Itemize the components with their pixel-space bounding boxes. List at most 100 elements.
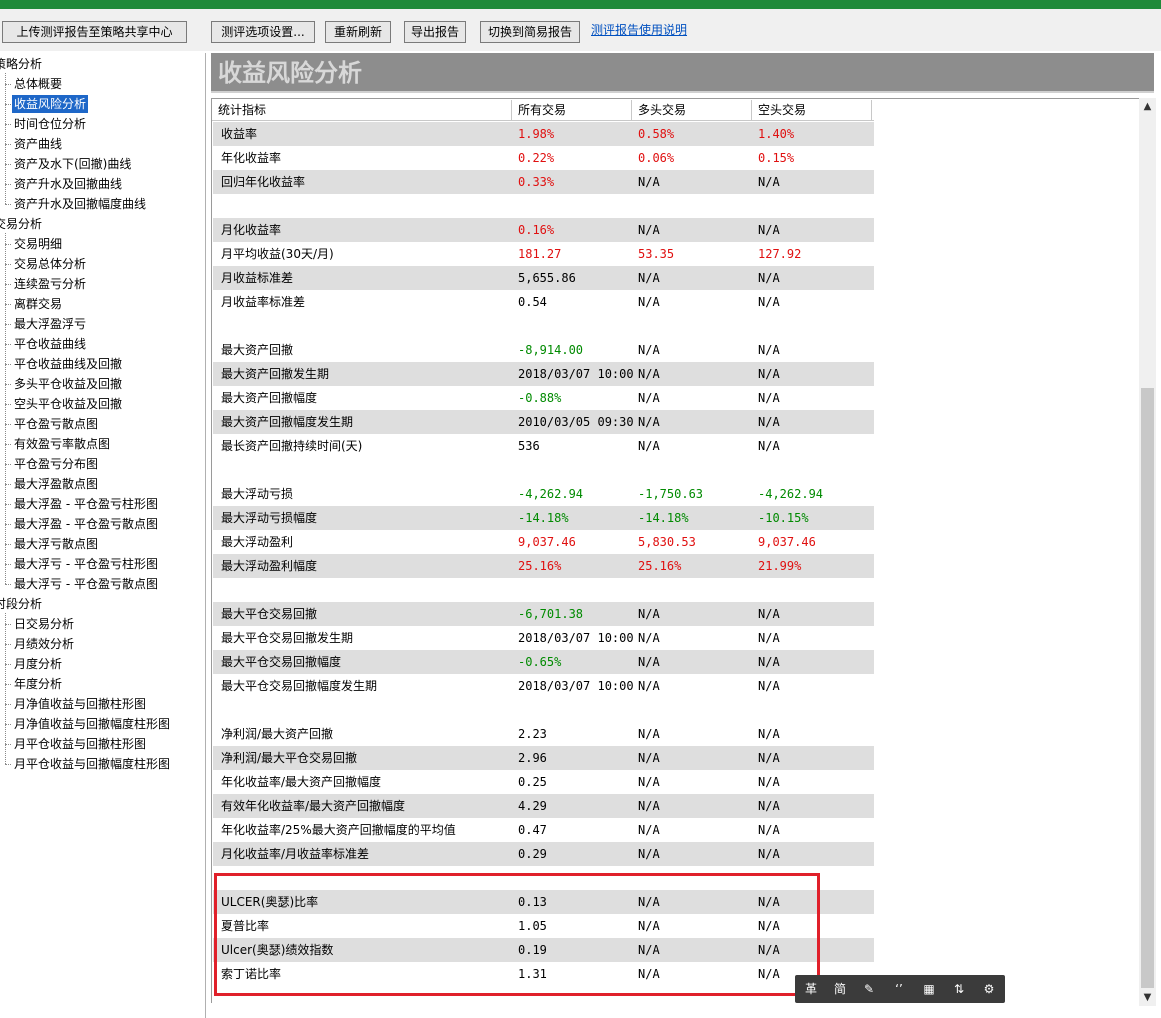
tree-item[interactable]: 资产及水下(回撤)曲线 (12, 155, 133, 173)
tree-item[interactable]: 最大浮亏 - 平仓盈亏柱形图 (12, 555, 160, 573)
metric-label: 收益率 (221, 127, 258, 141)
ime-toolbar: 革 简 ✎ ‘’ ▦ ⇅ ⚙ (795, 975, 1005, 1003)
metric-value: 21.99% (758, 559, 802, 573)
column-header-long[interactable]: 多头交易 (632, 100, 752, 120)
metric-value: N/A (758, 415, 780, 429)
keyboard-icon[interactable]: ▦ (915, 975, 943, 1003)
options-button[interactable]: 测评选项设置... (211, 21, 315, 43)
scroll-up-icon[interactable]: ▲ (1139, 98, 1156, 115)
tree-item[interactable]: 最大浮亏 - 平仓盈亏散点图 (12, 575, 160, 593)
metric-value: 0.06% (638, 151, 675, 165)
metric-value: N/A (758, 775, 780, 789)
tree-item[interactable]: 年度分析 (12, 675, 64, 693)
tree-item[interactable]: 月平仓收益与回撤幅度柱形图 (12, 755, 172, 773)
tree-item[interactable]: 离群交易 (12, 295, 64, 313)
ime-mode-button[interactable]: 革 (797, 975, 825, 1003)
tree-item[interactable]: 月平仓收益与回撤柱形图 (12, 735, 148, 753)
metric-value: 2018/03/07 10:00 (518, 679, 634, 693)
header-divider (212, 120, 874, 121)
metric-label: 年化收益率 (221, 151, 282, 165)
metric-label: 月化收益率 (221, 223, 282, 237)
scroll-thumb[interactable] (1141, 388, 1154, 988)
quote-icon[interactable]: ‘’ (885, 975, 913, 1003)
metric-value: -10.15% (758, 511, 809, 525)
metric-label: 最长资产回撤持续时间(天) (221, 439, 363, 453)
tree-item[interactable]: 日交易分析 (12, 615, 76, 633)
tree-item[interactable]: 多头平仓收益及回撤 (12, 375, 124, 393)
scroll-down-icon[interactable]: ▼ (1139, 989, 1156, 1006)
metric-value: N/A (758, 271, 780, 285)
tree-group[interactable]: 策略分析 (0, 55, 42, 73)
metric-value: 0.33% (518, 175, 555, 189)
metric-value: N/A (638, 799, 660, 813)
metric-value: 5,830.53 (638, 535, 696, 549)
simple-report-button[interactable]: 切换到简易报告 (480, 21, 580, 43)
upload-report-button[interactable]: 上传测评报告至策略共享中心 (2, 21, 187, 43)
metric-value: N/A (758, 847, 780, 861)
tree-item[interactable]: 月绩效分析 (12, 635, 76, 653)
help-link[interactable]: 测评报告使用说明 (591, 22, 687, 38)
table-row: 最大资产回撤幅度发生期 2010/03/05 09:30 N/A N/A (213, 410, 874, 434)
tree-item[interactable]: 资产升水及回撤幅度曲线 (12, 195, 148, 213)
tree-item[interactable]: 最大浮盈 - 平仓盈亏散点图 (12, 515, 160, 533)
tree-item[interactable]: 空头平仓收益及回撤 (12, 395, 124, 413)
ime-script-button[interactable]: 简 (826, 975, 854, 1003)
table-spacer (213, 578, 874, 602)
tree-item[interactable]: 最大浮盈散点图 (12, 475, 100, 493)
metric-value: N/A (758, 343, 780, 357)
metric-value: N/A (638, 175, 660, 189)
column-header-all[interactable]: 所有交易 (512, 100, 632, 120)
column-header-short[interactable]: 空头交易 (752, 100, 872, 120)
table-row: 有效年化收益率/最大资产回撤幅度 4.29 N/A N/A (213, 794, 874, 818)
metric-value: 25.16% (518, 559, 562, 573)
metric-label: 最大资产回撤幅度 (221, 391, 318, 405)
toggle-icon[interactable]: ⇅ (945, 975, 973, 1003)
tree-item[interactable]: 平仓收益曲线 (12, 335, 88, 353)
tree-item[interactable]: 交易明细 (12, 235, 64, 253)
metric-value: N/A (758, 631, 780, 645)
metric-value: 0.54 (518, 295, 547, 309)
metric-value: -1,750.63 (638, 487, 704, 501)
tree-item[interactable]: 总体概要 (12, 75, 64, 93)
tree-item[interactable]: 交易总体分析 (12, 255, 88, 273)
metric-value: 4.29 (518, 799, 547, 813)
table-row: 最大平仓交易回撤幅度发生期 2018/03/07 10:00 N/A N/A (213, 674, 874, 698)
metric-value: N/A (638, 847, 660, 861)
tree-item[interactable]: 最大浮盈浮亏 (12, 315, 88, 333)
settings-icon[interactable]: ⚙ (975, 975, 1003, 1003)
report-table: 统计指标 所有交易 多头交易 空头交易 收益率 1.98% 0.58% 1.40% 年化… (211, 98, 1140, 1003)
refresh-button[interactable]: 重新刷新 (325, 21, 391, 43)
metric-value: -4,262.94 (518, 487, 584, 501)
metric-value: N/A (758, 823, 780, 837)
tree-item[interactable]: 连续盈亏分析 (12, 275, 88, 293)
vertical-scrollbar[interactable]: ▲ ▼ (1139, 98, 1156, 1006)
tree-group[interactable]: 交易分析 (0, 215, 42, 233)
table-row: 年化收益率 0.22% 0.06% 0.15% (213, 146, 874, 170)
export-button[interactable]: 导出报告 (404, 21, 466, 43)
metric-label: ULCER(奥瑟)比率 (221, 895, 319, 909)
metric-label: 最大浮动盈利 (221, 535, 294, 549)
tree-item[interactable]: 月度分析 (12, 655, 64, 673)
tree-item[interactable]: 资产曲线 (12, 135, 64, 153)
tree-item[interactable]: 时间仓位分析 (12, 115, 88, 133)
column-header-metric[interactable]: 统计指标 (212, 100, 512, 120)
metric-value: N/A (638, 655, 660, 669)
tree-item[interactable]: 有效盈亏率散点图 (12, 435, 112, 453)
tree-item[interactable]: 平仓盈亏散点图 (12, 415, 100, 433)
tree-item[interactable]: 资产升水及回撤曲线 (12, 175, 124, 193)
table-row: 最大资产回撤发生期 2018/03/07 10:00 N/A N/A (213, 362, 874, 386)
metric-value: 9,037.46 (758, 535, 816, 549)
tree-group[interactable]: 时段分析 (0, 595, 42, 613)
tree-item[interactable]: 收益风险分析 (12, 95, 89, 113)
tree-item[interactable]: 最大浮盈 - 平仓盈亏柱形图 (12, 495, 160, 513)
tree-item[interactable]: 月净值收益与回撤柱形图 (12, 695, 148, 713)
brush-icon[interactable]: ✎ (855, 975, 883, 1003)
tree-item[interactable]: 平仓盈亏分布图 (12, 455, 100, 473)
tree-item[interactable]: 月净值收益与回撤幅度柱形图 (12, 715, 172, 733)
tree-item[interactable]: 平仓收益曲线及回撤 (12, 355, 124, 373)
metric-value: N/A (638, 775, 660, 789)
tree-item[interactable]: 最大浮亏散点图 (12, 535, 100, 553)
metric-value: -8,914.00 (518, 343, 584, 357)
metric-value: N/A (758, 295, 780, 309)
metric-value: 0.25 (518, 775, 547, 789)
